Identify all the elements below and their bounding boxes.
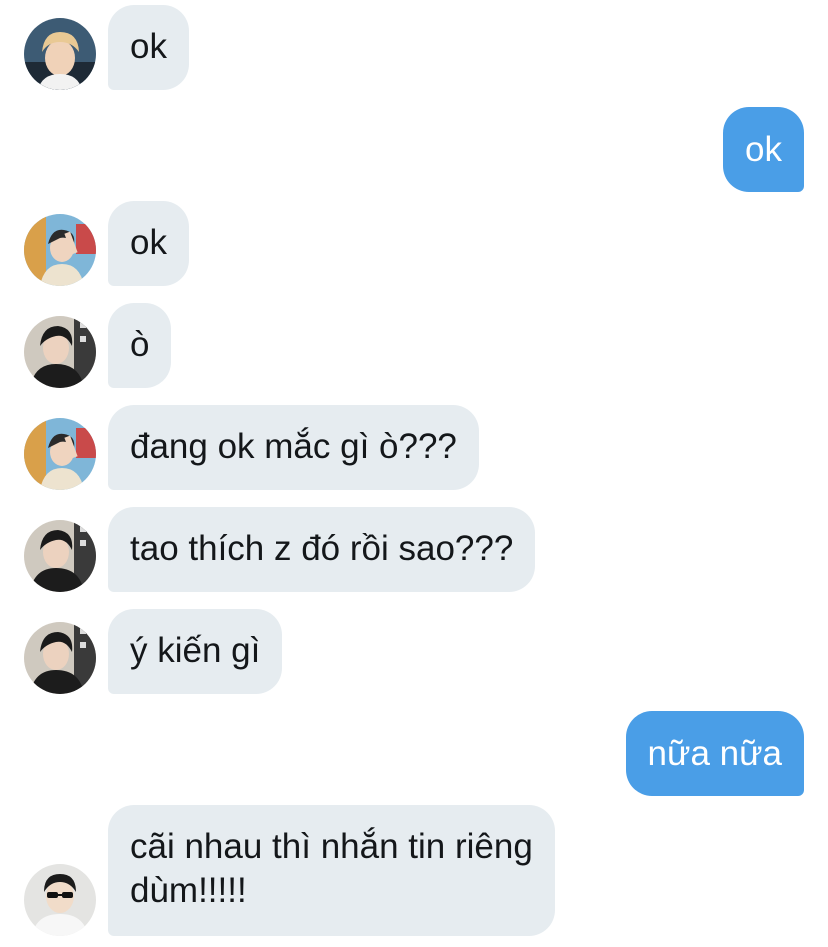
message-text: ò [130,325,150,364]
avatar-image [24,18,96,90]
user-avatar[interactable] [24,418,96,490]
user-avatar[interactable] [24,18,96,90]
message-text: ok [130,27,167,66]
message-bubble-incoming[interactable]: ok [108,201,189,286]
message-text: nữa nữa [647,734,782,773]
message-bubble-incoming[interactable]: ý kiến gì [108,609,283,694]
message-text: ý kiến gì [130,631,261,670]
message-bubble-incoming[interactable]: ok [108,5,189,90]
message-bubble-incoming[interactable]: ò [108,303,172,388]
avatar-image [24,214,96,286]
message-bubble-outgoing[interactable]: ok [723,107,804,192]
avatar-image [24,864,96,936]
avatar-image [24,316,96,388]
user-avatar[interactable] [24,316,96,388]
user-avatar[interactable] [24,622,96,694]
message-text-line-2: dùm!!!!! [130,871,247,910]
avatar-image [24,520,96,592]
user-avatar[interactable] [24,864,96,936]
message-bubble-incoming[interactable]: cãi nhau thì nhắn tin riêng dùm!!!!! [108,805,555,936]
user-avatar[interactable] [24,520,96,592]
message-bubble-incoming[interactable]: tao thích z đó rồi sao??? [108,507,536,592]
message-text: tao thích z đó rồi sao??? [130,529,514,568]
message-text: ok [130,223,167,262]
message-text: ok [745,130,782,169]
user-avatar[interactable] [24,214,96,286]
avatar-image [24,622,96,694]
message-bubble-outgoing[interactable]: nữa nữa [625,711,804,796]
message-bubble-incoming[interactable]: đang ok mắc gì ò??? [108,405,479,490]
message-text-line-1: cãi nhau thì nhắn tin riêng [130,827,533,866]
avatar-image [24,418,96,490]
message-text: đang ok mắc gì ò??? [130,427,457,466]
